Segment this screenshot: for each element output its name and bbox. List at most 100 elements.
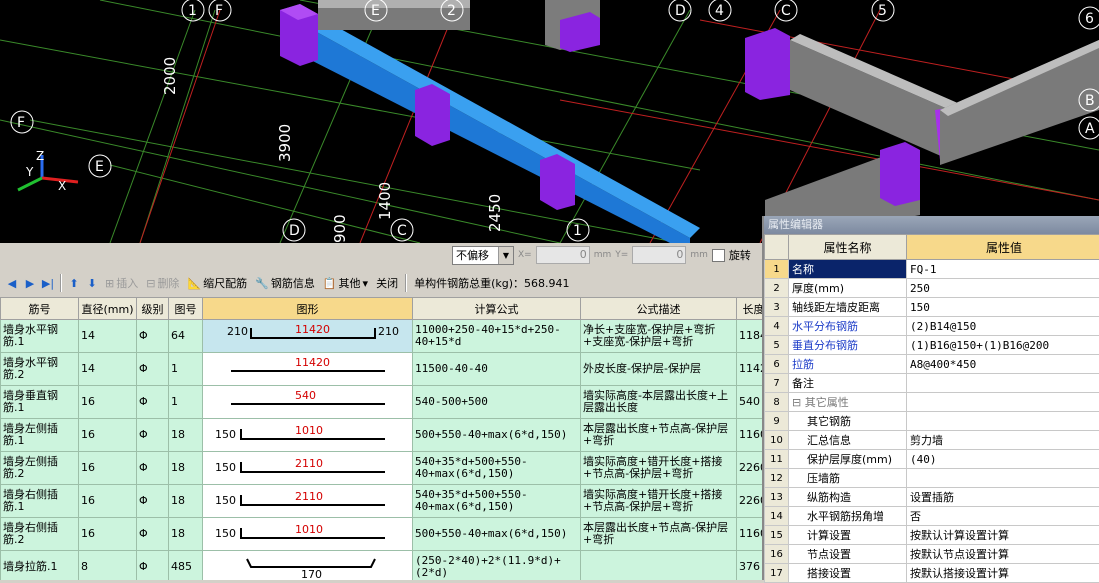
- property-value[interactable]: 250: [907, 279, 1099, 298]
- rebar-name-cell[interactable]: 墙身水平钢筋.2: [1, 353, 79, 386]
- figure-no-cell[interactable]: 18: [169, 485, 203, 518]
- first-record-icon[interactable]: ◀: [4, 277, 20, 290]
- grade-cell[interactable]: Φ: [137, 551, 169, 581]
- rebar-name-cell[interactable]: 墙身左侧插筋.1: [1, 419, 79, 452]
- property-value[interactable]: (40): [907, 450, 1099, 469]
- property-value[interactable]: [907, 412, 1099, 431]
- property-value[interactable]: [907, 393, 1099, 412]
- property-row[interactable]: 11保护层厚度(mm)(40): [765, 450, 1099, 469]
- length-cell[interactable]: 376: [737, 551, 763, 581]
- grade-cell[interactable]: Φ: [137, 320, 169, 353]
- diameter-cell[interactable]: 16: [79, 419, 137, 452]
- property-row[interactable]: 8⊟ 其它属性: [765, 393, 1099, 412]
- col-header-length[interactable]: 长度: [737, 298, 763, 320]
- figure-no-cell[interactable]: 1: [169, 353, 203, 386]
- rebar-name-cell[interactable]: 墙身右侧插筋.2: [1, 518, 79, 551]
- figure-no-cell[interactable]: 18: [169, 452, 203, 485]
- rebar-info-button[interactable]: 🔧钢筋信息: [252, 273, 318, 293]
- figure-no-cell[interactable]: 485: [169, 551, 203, 581]
- offset-mode-select[interactable]: 不偏移 ▼: [452, 246, 514, 265]
- rebar-shape-cell[interactable]: 21011420210: [203, 320, 413, 353]
- grade-cell[interactable]: Φ: [137, 452, 169, 485]
- col-header-figure[interactable]: 图号: [169, 298, 203, 320]
- rebar-shape-cell[interactable]: 1501010: [203, 518, 413, 551]
- property-row[interactable]: 10汇总信息剪力墙: [765, 431, 1099, 450]
- scale-rebar-button[interactable]: 📐缩尺配筋: [184, 273, 250, 293]
- length-cell[interactable]: 11420: [737, 353, 763, 386]
- rebar-shape-cell[interactable]: 11420: [203, 353, 413, 386]
- description-cell[interactable]: 墙实际高度+错开长度+搭接+节点高-保护层+弯折: [581, 452, 737, 485]
- rebar-name-cell[interactable]: 墙身垂直钢筋.1: [1, 386, 79, 419]
- grade-cell[interactable]: Φ: [137, 485, 169, 518]
- property-value[interactable]: 150: [907, 298, 1099, 317]
- formula-cell[interactable]: 500+550-40+max(6*d,150): [413, 419, 581, 452]
- delete-button[interactable]: ⊟删除: [143, 273, 182, 293]
- diameter-cell[interactable]: 8: [79, 551, 137, 581]
- property-value[interactable]: 剪力墙: [907, 431, 1099, 450]
- figure-no-cell[interactable]: 18: [169, 518, 203, 551]
- rebar-name-cell[interactable]: 墙身水平钢筋.1: [1, 320, 79, 353]
- property-value[interactable]: [907, 469, 1099, 488]
- move-up-icon[interactable]: ⬆: [66, 277, 82, 290]
- rebar-name-cell[interactable]: 墙身左侧插筋.2: [1, 452, 79, 485]
- diameter-cell[interactable]: 14: [79, 320, 137, 353]
- grade-cell[interactable]: Φ: [137, 386, 169, 419]
- rebar-shape-cell[interactable]: 170: [203, 551, 413, 581]
- formula-cell[interactable]: (250-2*40)+2*(11.9*d)+(2*d): [413, 551, 581, 581]
- rebar-shape-cell[interactable]: 1502110: [203, 452, 413, 485]
- length-cell[interactable]: 1160: [737, 419, 763, 452]
- table-row[interactable]: 墙身右侧插筋.116Φ181502110540+35*d+500+550-40+…: [1, 485, 763, 518]
- diameter-cell[interactable]: 16: [79, 452, 137, 485]
- property-row[interactable]: 7备注: [765, 374, 1099, 393]
- rebar-shape-cell[interactable]: 1502110: [203, 485, 413, 518]
- property-row[interactable]: 13纵筋构造设置插筋: [765, 488, 1099, 507]
- diameter-cell[interactable]: 16: [79, 518, 137, 551]
- property-value[interactable]: 否: [907, 507, 1099, 526]
- property-row[interactable]: 15计算设置按默认计算设置计算: [765, 526, 1099, 545]
- property-row[interactable]: 9其它钢筋: [765, 412, 1099, 431]
- property-row[interactable]: 4水平分布钢筋(2)B14@150: [765, 317, 1099, 336]
- property-row[interactable]: 1名称FQ-1: [765, 260, 1099, 279]
- table-row[interactable]: 墙身左侧插筋.116Φ181501010500+550-40+max(6*d,1…: [1, 419, 763, 452]
- y-offset-input[interactable]: 0: [632, 246, 686, 264]
- col-header-diameter[interactable]: 直径(mm): [79, 298, 137, 320]
- diameter-cell[interactable]: 16: [79, 386, 137, 419]
- description-cell[interactable]: 墙实际高度+错开长度+搭接+节点高-保护层+弯折: [581, 485, 737, 518]
- diameter-cell[interactable]: 14: [79, 353, 137, 386]
- close-button[interactable]: 关闭: [373, 273, 401, 293]
- property-row[interactable]: 5垂直分布钢筋(1)B16@150+(1)B16@200: [765, 336, 1099, 355]
- table-row[interactable]: 墙身水平钢筋.114Φ642101142021011000+250-40+15*…: [1, 320, 763, 353]
- property-row[interactable]: 3轴线距左墙皮距离150: [765, 298, 1099, 317]
- 3d-viewport[interactable]: 1 F E 2 D 4 C 5 6 F E D C 1 B A 2000 390…: [0, 0, 1099, 243]
- length-cell[interactable]: 11840: [737, 320, 763, 353]
- property-value[interactable]: A8@400*450: [907, 355, 1099, 374]
- length-cell[interactable]: 540: [737, 386, 763, 419]
- property-row[interactable]: 6拉筋A8@400*450: [765, 355, 1099, 374]
- length-cell[interactable]: 2260: [737, 452, 763, 485]
- figure-no-cell[interactable]: 1: [169, 386, 203, 419]
- property-value[interactable]: (1)B16@150+(1)B16@200: [907, 336, 1099, 355]
- formula-cell[interactable]: 540+35*d+500+550-40+max(6*d,150): [413, 485, 581, 518]
- col-header-formula[interactable]: 计算公式: [413, 298, 581, 320]
- insert-button[interactable]: ⊞插入: [102, 273, 141, 293]
- rebar-shape-cell[interactable]: 1501010: [203, 419, 413, 452]
- col-header-shape[interactable]: 图形: [203, 298, 413, 320]
- figure-no-cell[interactable]: 64: [169, 320, 203, 353]
- property-row[interactable]: 14水平钢筋拐角增否: [765, 507, 1099, 526]
- property-value[interactable]: 按默认计算设置计算: [907, 526, 1099, 545]
- other-menu-button[interactable]: 📋其他▾: [320, 273, 371, 293]
- x-offset-input[interactable]: 0: [536, 246, 590, 264]
- rotate-checkbox[interactable]: [712, 249, 725, 262]
- description-cell[interactable]: 本层露出长度+节点高-保护层+弯折: [581, 518, 737, 551]
- property-value[interactable]: [907, 374, 1099, 393]
- rebar-name-cell[interactable]: 墙身拉筋.1: [1, 551, 79, 581]
- property-value[interactable]: (2)B14@150: [907, 317, 1099, 336]
- move-down-icon[interactable]: ⬇: [84, 277, 100, 290]
- grade-cell[interactable]: Φ: [137, 353, 169, 386]
- rebar-shape-cell[interactable]: 540: [203, 386, 413, 419]
- formula-cell[interactable]: 540+35*d+500+550-40+max(6*d,150): [413, 452, 581, 485]
- property-value[interactable]: FQ-1: [907, 260, 1099, 279]
- last-record-icon[interactable]: ▶|: [40, 277, 56, 290]
- formula-cell[interactable]: 11500-40-40: [413, 353, 581, 386]
- formula-cell[interactable]: 500+550-40+max(6*d,150): [413, 518, 581, 551]
